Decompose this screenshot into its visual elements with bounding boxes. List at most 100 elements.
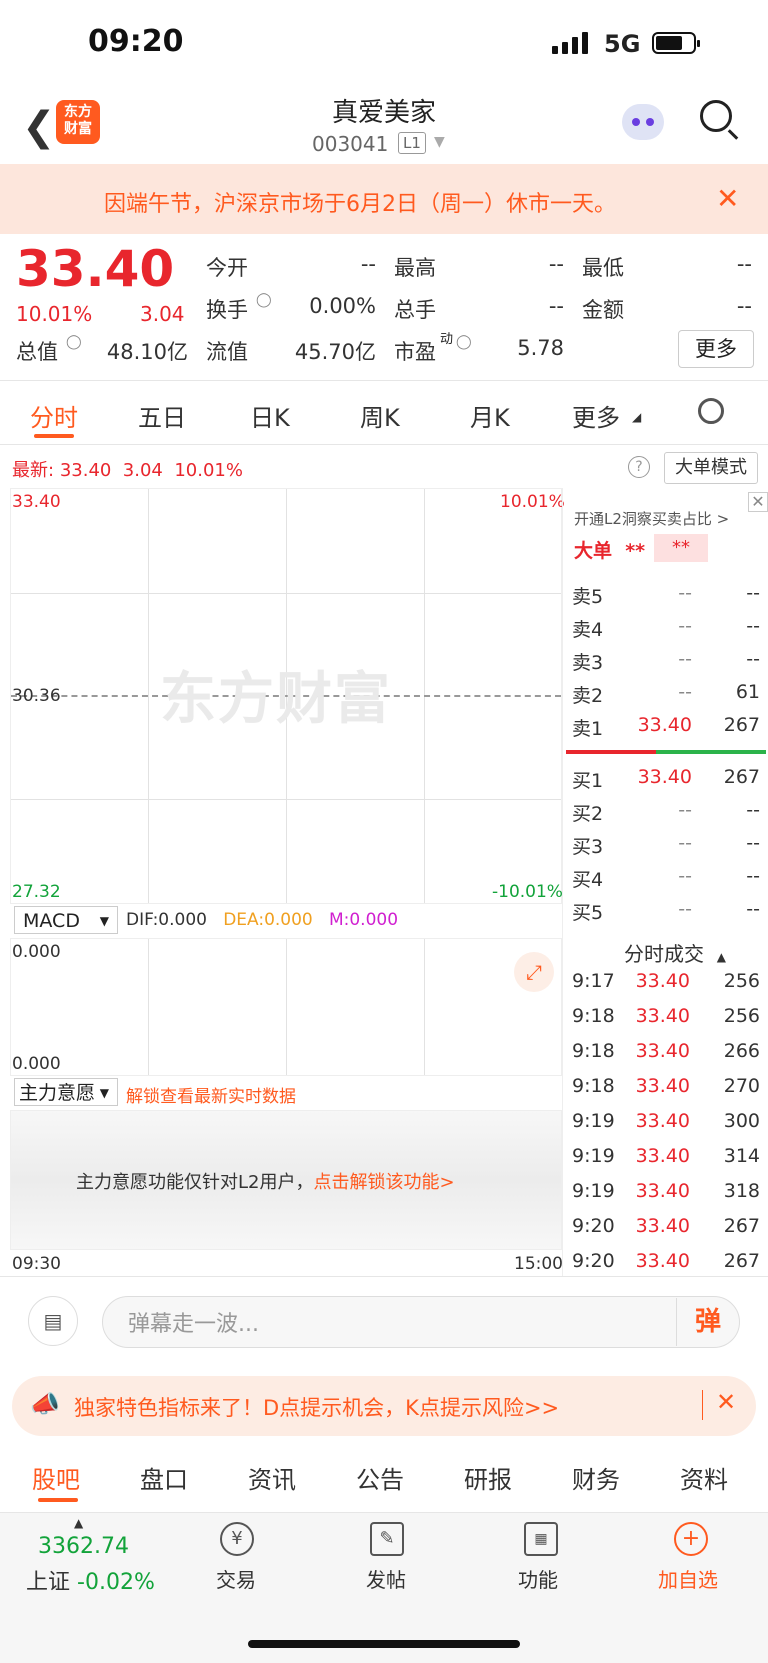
field-label: 最低 — [582, 256, 624, 280]
yen-trade-icon[interactable]: ¥ — [220, 1522, 254, 1556]
indicator-selector[interactable]: MACD ▼ — [14, 906, 118, 934]
gear-icon[interactable] — [698, 398, 724, 424]
nav-trade[interactable]: 交易 — [216, 1564, 256, 1593]
macd-m: M:0.000 — [328, 910, 399, 930]
tab-guba[interactable]: 股吧 — [32, 1460, 80, 1495]
bid-label: 买2 — [572, 803, 604, 825]
trade-price: 33.40 — [635, 1215, 690, 1237]
trade-time: 9:20 — [572, 1215, 615, 1237]
l2-message: 主力意愿功能仅针对L2用户，点击解锁该功能> — [76, 1168, 455, 1194]
big-order-mode-button[interactable]: 大单模式 — [664, 452, 758, 484]
trade-price: 33.40 — [635, 1110, 690, 1132]
field-value: -- — [736, 252, 752, 276]
battery-icon — [652, 32, 700, 54]
info-icon[interactable]: ◯ — [256, 292, 272, 308]
macd-bottom-value: 0.000 — [12, 1054, 61, 1074]
trade-price: 33.40 — [635, 1145, 690, 1167]
unlock-feature-link[interactable]: 点击解锁该功能> — [313, 1172, 454, 1193]
nav-functions[interactable]: 功能 — [518, 1564, 558, 1593]
ask-label: 卖3 — [572, 652, 604, 674]
change-percent: 10.01% — [16, 302, 93, 326]
macd-chart[interactable] — [10, 938, 562, 1076]
index-name-text: 上证 — [26, 1570, 71, 1595]
tab-five-day[interactable]: 五日 — [138, 398, 186, 433]
field-value: -- — [548, 252, 564, 276]
trades-title[interactable]: 分时成交 ▲ — [624, 938, 726, 967]
tab-underline — [38, 1498, 78, 1502]
unlock-link[interactable]: 解锁查看最新实时数据 — [126, 1082, 296, 1107]
tab-news[interactable]: 资讯 — [248, 1460, 296, 1495]
ask-price: -- — [678, 681, 692, 703]
index-value[interactable]: 3362.74 — [38, 1534, 129, 1559]
trade-time: 9:17 — [572, 970, 615, 992]
edit-post-icon[interactable]: ✎ — [370, 1522, 404, 1556]
promo-text[interactable]: 独家特色指标来了！D点提示机会，K点提示风险>> — [74, 1392, 559, 1422]
tab-intraday[interactable]: 分时 — [30, 398, 78, 433]
divider — [0, 444, 768, 445]
current-price: 33.40 — [16, 240, 175, 298]
trade-price: 33.40 — [635, 1250, 690, 1272]
plus-icon[interactable]: + — [674, 1522, 708, 1556]
more-button[interactable]: 更多 — [678, 330, 754, 368]
field-label: 市盈 — [394, 340, 436, 364]
home-indicator[interactable] — [248, 1640, 520, 1648]
bid-price: -- — [678, 832, 692, 854]
close-icon[interactable]: ✕ — [748, 492, 768, 512]
tab-daily-k[interactable]: 日K — [250, 398, 290, 433]
robot-assistant-icon[interactable] — [622, 104, 664, 140]
trade-time: 9:19 — [572, 1180, 615, 1202]
time-axis-end: 15:00 — [514, 1254, 563, 1274]
ask-price: -- — [678, 582, 692, 604]
tab-research[interactable]: 研报 — [464, 1460, 512, 1495]
trade-price: 33.40 — [635, 1075, 690, 1097]
tab-announcements[interactable]: 公告 — [356, 1460, 404, 1495]
buy-sell-ratio-bar — [656, 750, 766, 754]
danmu-button[interactable]: 弹 — [676, 1298, 739, 1346]
field-value: 48.10亿 — [106, 340, 188, 364]
tab-pankou[interactable]: 盘口 — [140, 1460, 188, 1495]
tab-weekly-k[interactable]: 周K — [360, 398, 400, 433]
caret-down-icon: ▼ — [99, 914, 109, 928]
search-icon[interactable] — [700, 100, 732, 132]
help-icon[interactable]: ? — [628, 456, 650, 478]
note-icon[interactable]: ▤ — [28, 1296, 78, 1346]
trade-price: 33.40 — [635, 1040, 690, 1062]
grid-apps-icon[interactable]: ▦ — [524, 1522, 558, 1556]
ask-label: 卖4 — [572, 619, 604, 641]
trade-time: 9:18 — [572, 1040, 615, 1062]
info-icon[interactable]: ◯ — [456, 334, 472, 350]
field-label: 换手 — [206, 298, 248, 322]
index-name[interactable]: 上证 -0.02% — [26, 1564, 155, 1596]
danmu-placeholder: 弹幕走一波... — [128, 1312, 259, 1337]
trade-volume: 270 — [723, 1075, 760, 1097]
l2-upgrade-link[interactable]: 开通L2洞察买卖占比 > — [574, 508, 729, 529]
tab-profile[interactable]: 资料 — [680, 1460, 728, 1495]
divider — [0, 380, 768, 381]
ask-label: 卖2 — [572, 685, 604, 707]
axis-min-pct: -10.01% — [492, 882, 563, 902]
bid-price: 33.40 — [637, 766, 692, 788]
main-force-selector[interactable]: 主力意愿 ▼ — [14, 1078, 118, 1106]
nav-add-watchlist[interactable]: 加自选 — [658, 1564, 718, 1593]
caret-down-icon: ◢ — [632, 410, 642, 424]
level-badge[interactable]: L1 — [398, 132, 426, 154]
tab-finance[interactable]: 财务 — [572, 1460, 620, 1495]
trade-price: 33.40 — [635, 970, 690, 992]
trade-time: 9:18 — [572, 1005, 615, 1027]
expand-icon[interactable]: ⤢ — [514, 952, 554, 992]
trade-volume: 318 — [723, 1180, 760, 1202]
caret-down-icon[interactable]: ▼ — [434, 134, 445, 150]
watermark: 东方财富 — [160, 667, 392, 732]
close-icon[interactable]: ✕ — [716, 182, 739, 215]
tab-more[interactable]: 更多 — [572, 398, 620, 433]
trade-time: 9:19 — [572, 1110, 615, 1132]
close-icon[interactable]: ✕ — [716, 1388, 736, 1416]
nav-post[interactable]: 发帖 — [366, 1564, 406, 1593]
stock-code: 003041 — [312, 132, 389, 156]
tab-monthly-k[interactable]: 月K — [470, 398, 510, 433]
field-value: 0.00% — [309, 294, 376, 318]
pe-superscript: 动 — [440, 332, 454, 347]
trade-volume: 267 — [723, 1215, 760, 1237]
info-icon[interactable]: ◯ — [66, 334, 82, 350]
index-pct: -0.02% — [77, 1570, 155, 1595]
